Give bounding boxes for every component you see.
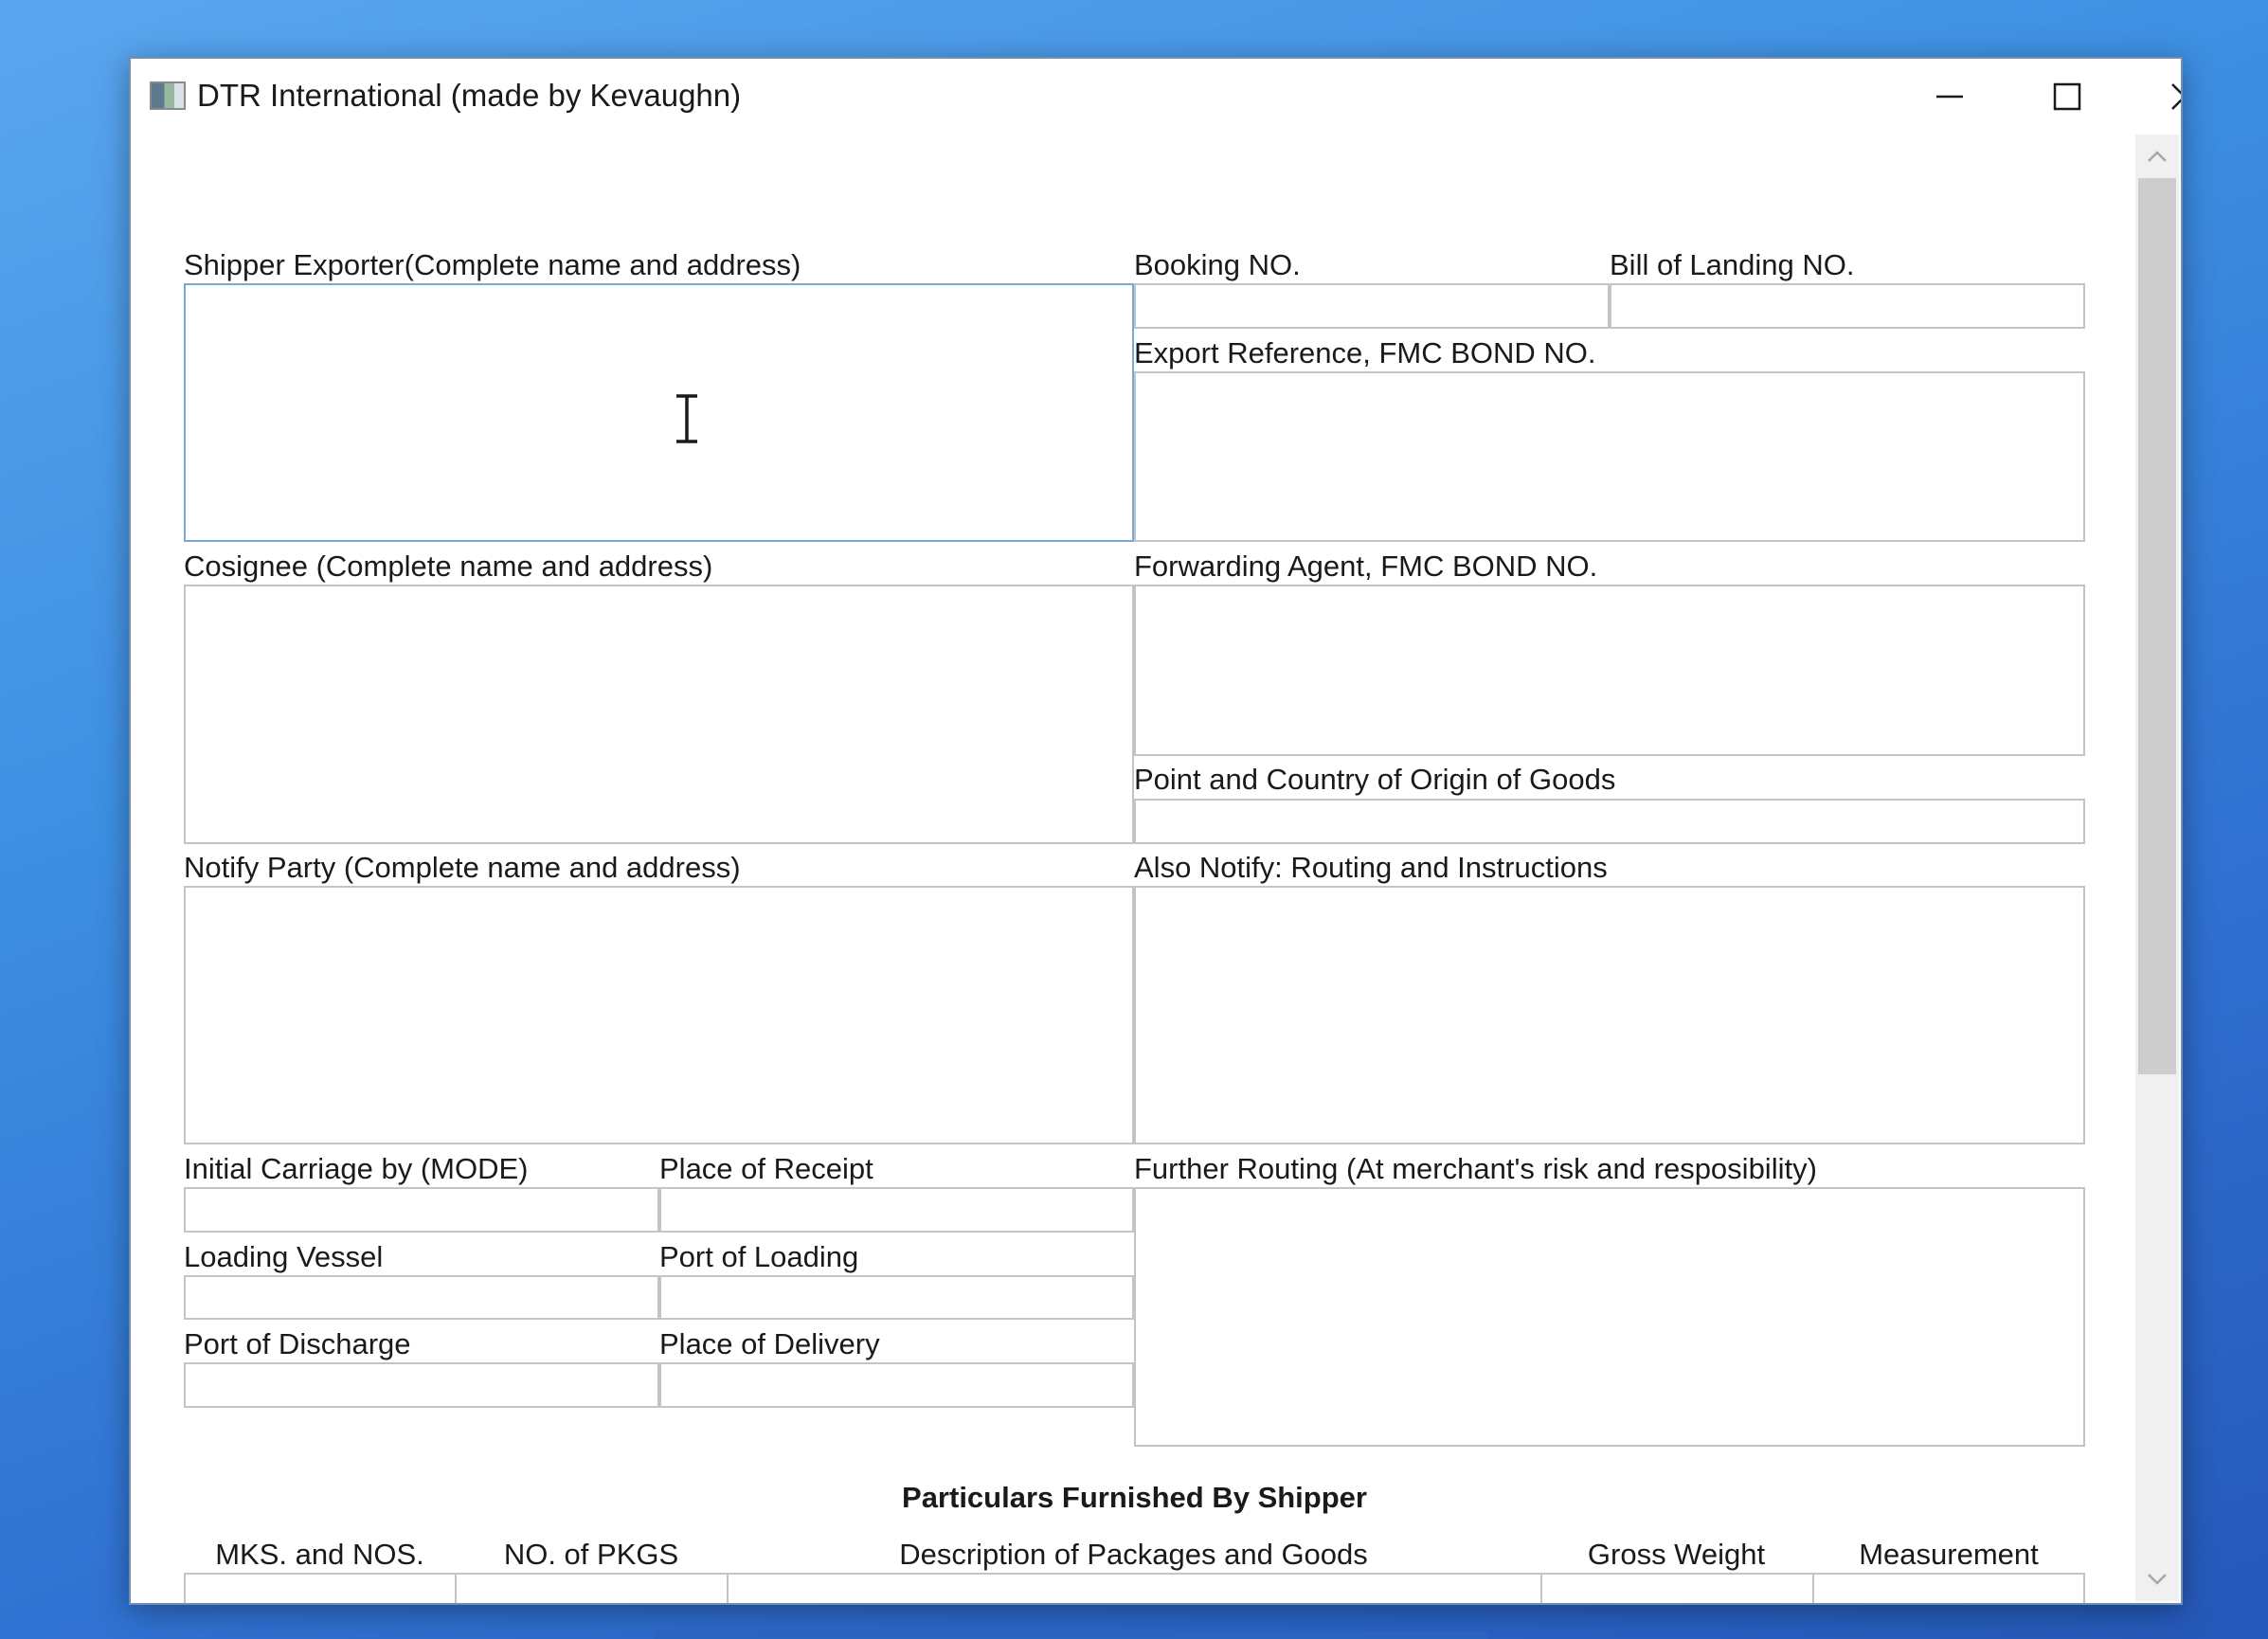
minimize-button[interactable]	[1891, 59, 2008, 135]
place-of-receipt-label: Place of Receipt	[659, 1152, 873, 1185]
maximize-button[interactable]	[2008, 59, 2126, 135]
description-field[interactable]	[727, 1573, 1542, 1603]
also-notify-label: Also Notify: Routing and Instructions	[1134, 851, 1608, 884]
booking-no-label: Booking NO.	[1134, 248, 1301, 281]
port-of-discharge-field[interactable]	[184, 1362, 659, 1408]
also-notify-field[interactable]	[1134, 886, 2085, 1144]
app-window: DTR International (made by Kevaughn) Shi…	[129, 57, 2183, 1605]
notify-party-field[interactable]	[184, 886, 1134, 1144]
bill-of-landing-no-field[interactable]	[1610, 283, 2085, 329]
close-button[interactable]	[2126, 59, 2181, 135]
initial-carriage-field[interactable]	[184, 1187, 659, 1233]
further-routing-field[interactable]	[1134, 1187, 2085, 1447]
consignee-label: Cosignee (Complete name and address)	[184, 549, 713, 583]
measurement-field[interactable]	[1812, 1573, 2085, 1603]
scrollbar-thumb[interactable]	[2138, 178, 2176, 1074]
port-of-loading-label: Port of Loading	[659, 1240, 859, 1273]
column-header-no-pkgs: NO. of PKGS	[503, 1538, 679, 1571]
chevron-down-icon	[2148, 1574, 2167, 1585]
booking-no-field[interactable]	[1134, 283, 1610, 329]
column-header-gross-weight: Gross Weight	[1587, 1538, 1766, 1571]
minimize-icon	[1936, 95, 1963, 99]
maximize-icon	[2053, 82, 2081, 111]
chevron-up-icon	[2148, 151, 2167, 162]
further-routing-label: Further Routing (At merchant's risk and …	[1134, 1152, 1817, 1185]
vertical-scrollbar[interactable]	[2135, 135, 2179, 1601]
column-header-mks-nos: MKS. and NOS.	[215, 1538, 424, 1571]
place-of-delivery-label: Place of Delivery	[659, 1327, 880, 1360]
port-of-loading-field[interactable]	[659, 1275, 1134, 1320]
forwarding-agent-label: Forwarding Agent, FMC BOND NO.	[1134, 549, 1598, 583]
place-of-receipt-field[interactable]	[659, 1187, 1134, 1233]
shipper-exporter-label: Shipper Exporter(Complete name and addre…	[184, 248, 801, 281]
form-content: Shipper Exporter(Complete name and addre…	[131, 135, 2135, 1603]
scroll-up-button[interactable]	[2135, 135, 2179, 178]
window-title: DTR International (made by Kevaughn)	[197, 78, 742, 113]
loading-vessel-field[interactable]	[184, 1275, 659, 1320]
initial-carriage-label: Initial Carriage by (MODE)	[184, 1152, 529, 1185]
gross-weight-field[interactable]	[1540, 1573, 1814, 1603]
export-reference-field[interactable]	[1134, 371, 2085, 542]
title-bar[interactable]: DTR International (made by Kevaughn)	[131, 59, 2181, 135]
port-of-discharge-label: Port of Discharge	[184, 1327, 411, 1360]
taskbar-strip	[654, 1631, 1487, 1639]
loading-vessel-label: Loading Vessel	[184, 1240, 384, 1273]
point-country-origin-label: Point and Country of Origin of Goods	[1134, 763, 1616, 796]
point-country-origin-field[interactable]	[1134, 799, 2085, 844]
notify-party-label: Notify Party (Complete name and address)	[184, 851, 741, 884]
forwarding-agent-field[interactable]	[1134, 585, 2085, 756]
close-icon	[2171, 83, 2181, 110]
shipper-exporter-field[interactable]	[184, 283, 1134, 542]
bill-of-landing-no-label: Bill of Landing NO.	[1610, 248, 1855, 281]
no-pkgs-field[interactable]	[455, 1573, 729, 1603]
consignee-field[interactable]	[184, 585, 1134, 844]
column-header-description: Description of Packages and Goods	[899, 1538, 1368, 1571]
text-cursor-icon	[676, 394, 697, 443]
export-reference-label: Export Reference, FMC BOND NO.	[1134, 336, 1596, 369]
column-header-measurement: Measurement	[1859, 1538, 2039, 1571]
mks-nos-field[interactable]	[184, 1573, 457, 1603]
app-icon	[150, 81, 186, 110]
scroll-down-button[interactable]	[2135, 1558, 2179, 1601]
particulars-heading: Particulars Furnished By Shipper	[902, 1481, 1367, 1514]
place-of-delivery-field[interactable]	[659, 1362, 1134, 1408]
